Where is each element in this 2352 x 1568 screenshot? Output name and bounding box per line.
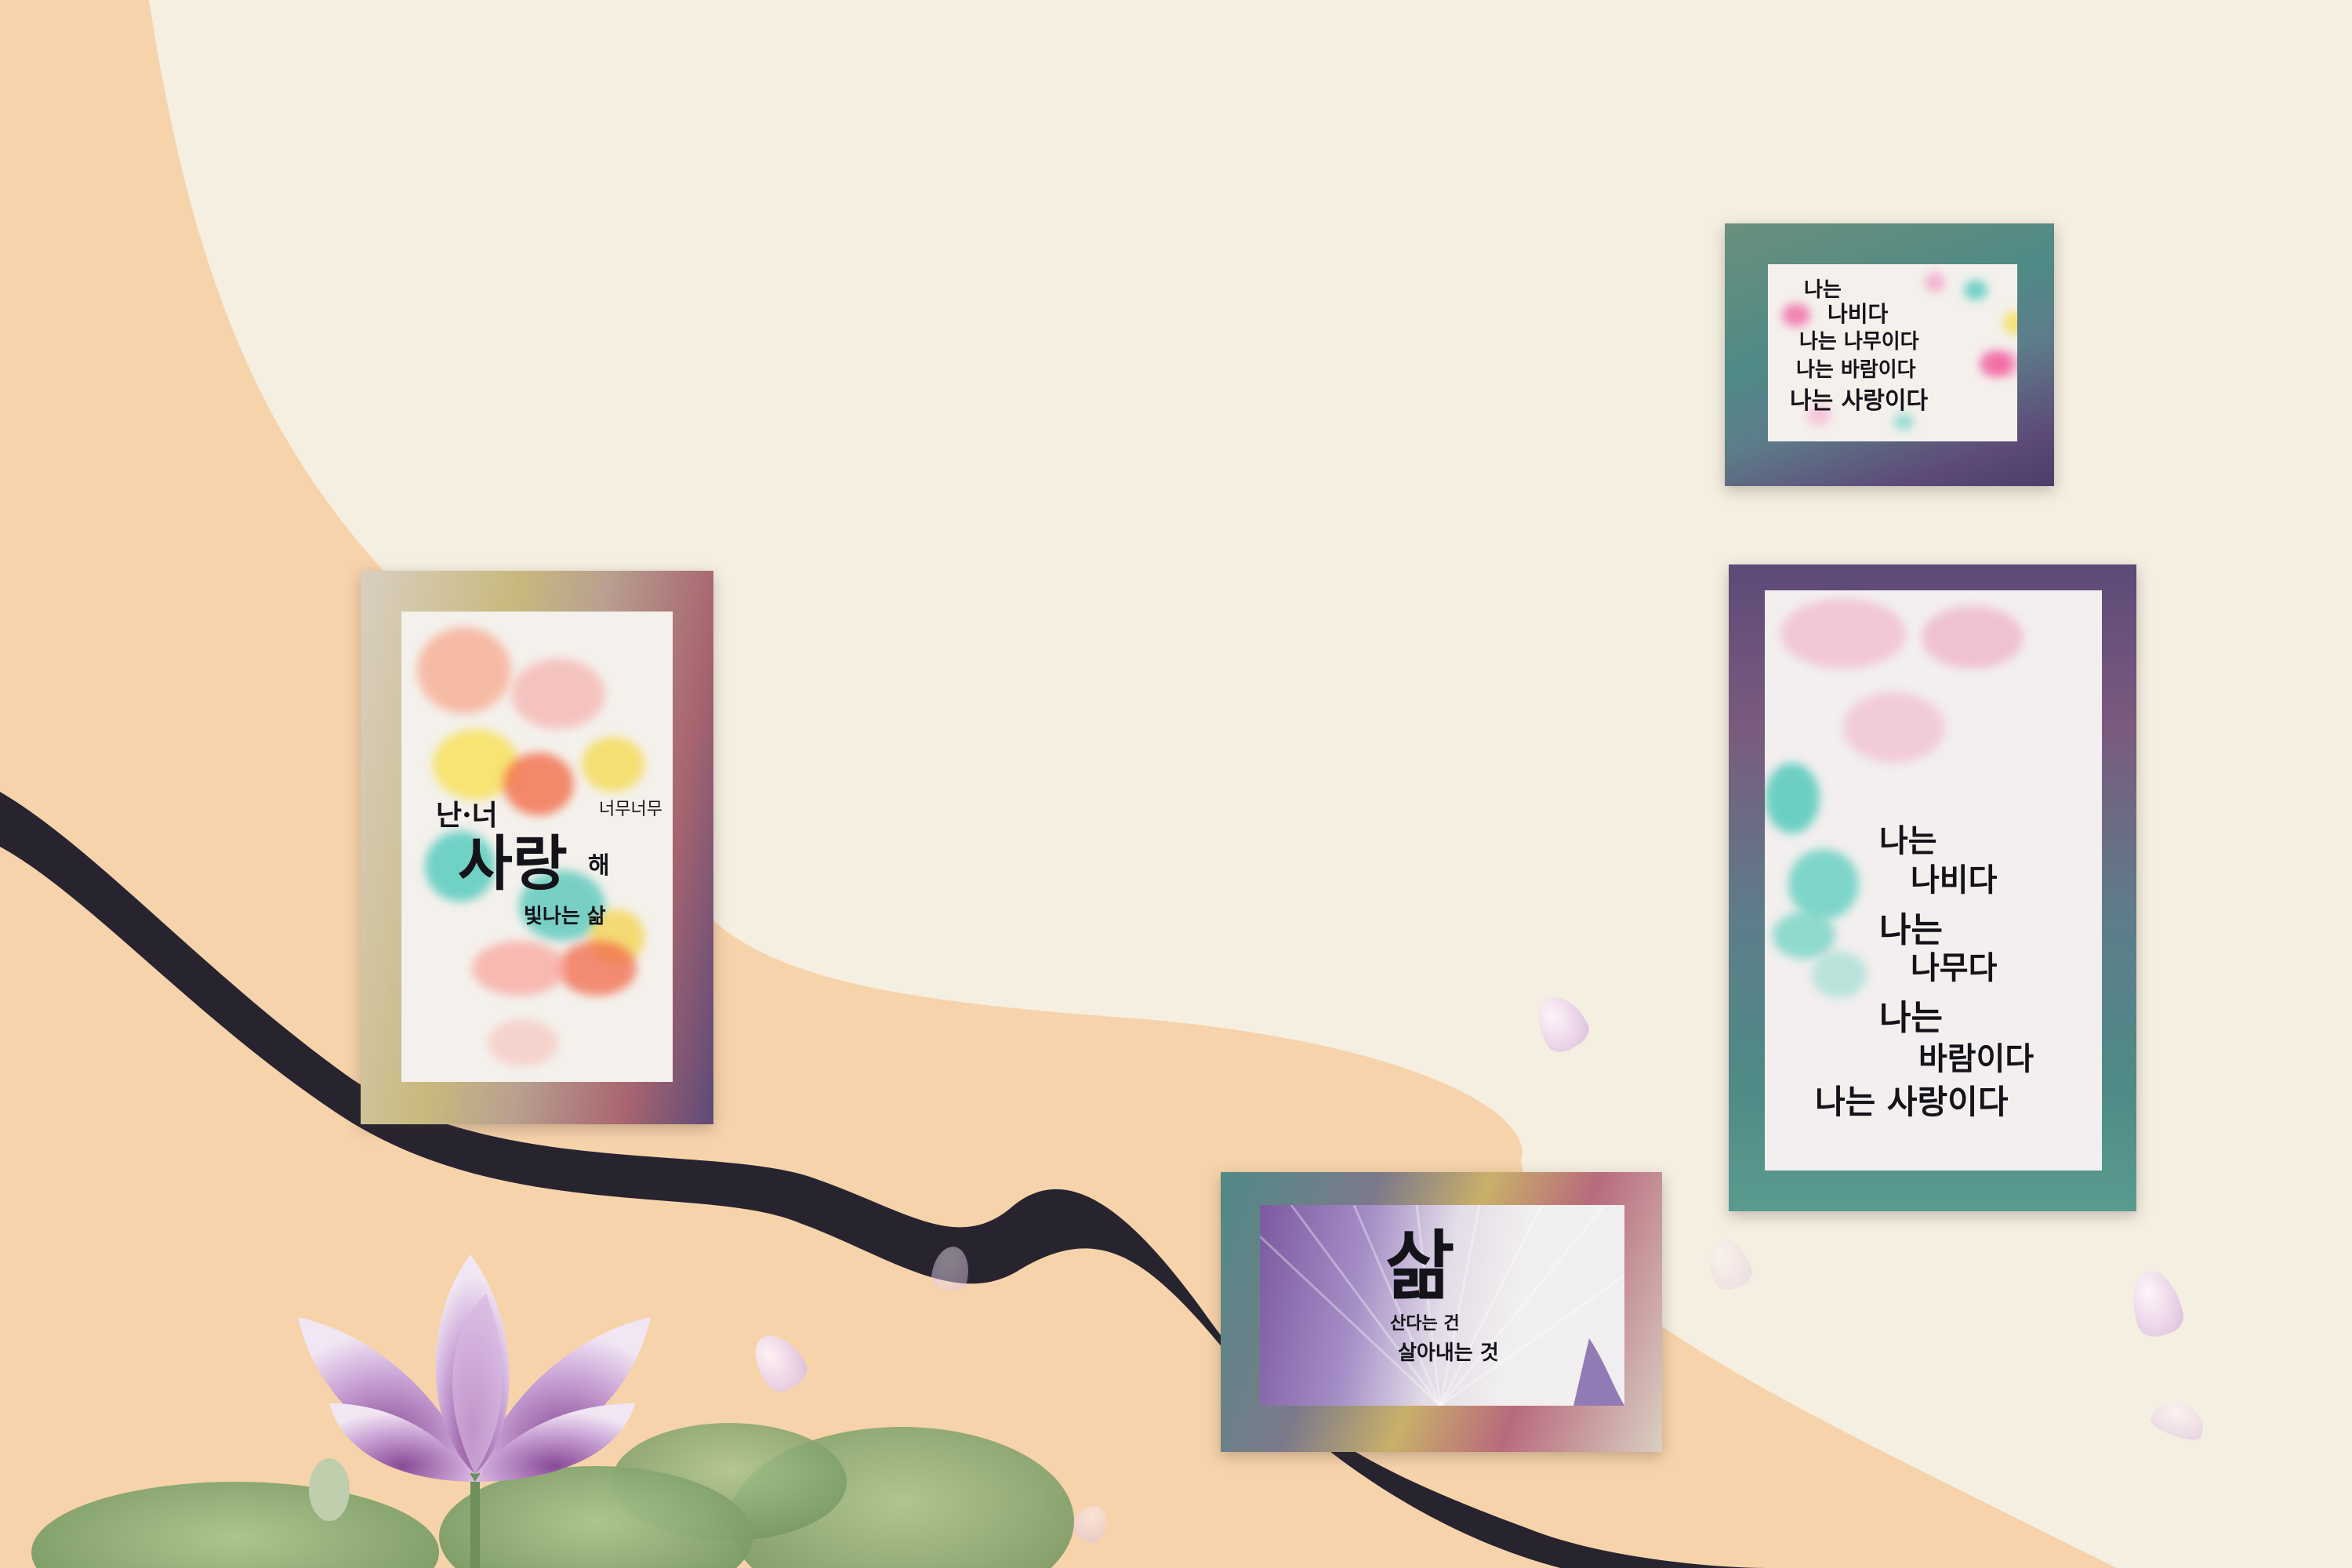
- card-text-line: 바람이다: [1918, 1040, 2034, 1077]
- artwork-card-love[interactable]: 난·너 너무너무 사랑 해 빛나는 삶: [361, 571, 713, 1124]
- card-text-line: 나비다: [1828, 301, 1889, 327]
- card-text-line: 나는 사랑이다: [1815, 1083, 2009, 1121]
- card-paper: 나는 나비다 나는 나무다 나는 바람이다 나는 사랑이다: [1765, 590, 2102, 1171]
- canvas: 난·너 너무너무 사랑 해 빛나는 삶 나는 나비다 나는 나무이다 나는 바람…: [0, 0, 2352, 1568]
- card-text-line1: 난·너: [436, 799, 498, 832]
- card-text-suffix: 해: [588, 852, 610, 880]
- card-text-line: 나는: [1879, 998, 1943, 1038]
- card-text-sub1: 산다는 건: [1390, 1313, 1460, 1334]
- card-text-line: 나무다: [1911, 949, 1998, 986]
- card-text-line: 나는: [1804, 278, 1842, 302]
- card-text-main: 사랑: [458, 829, 568, 898]
- card-paper: 난·너 너무너무 사랑 해 빛나는 삶: [401, 612, 673, 1082]
- card-text-line: 나는 바람이다: [1796, 358, 1916, 382]
- artwork-card-butterfly-small[interactable]: 나는 나비다 나는 나무이다 나는 바람이다 나는 사랑이다: [1725, 223, 2054, 486]
- card-text-line: 나비다: [1911, 862, 1998, 898]
- card-text-line: 나는 나무이다: [1799, 330, 1919, 354]
- lotus-illustration: [31, 1254, 1074, 1568]
- card-paper: 나는 나비다 나는 나무이다 나는 바람이다 나는 사랑이다: [1768, 264, 2017, 441]
- card-text-main: 삶: [1385, 1221, 1455, 1310]
- card-text-line: 나는 사랑이다: [1790, 387, 1929, 415]
- card-text-sub2: 살아내는 것: [1398, 1341, 1499, 1365]
- card-text-line4: 빛나는 삶: [524, 905, 606, 928]
- card-paper: 삶 산다는 건 살아내는 것: [1260, 1205, 1624, 1406]
- card-text-line2: 너무너무: [599, 800, 662, 819]
- artwork-card-butterfly-large[interactable]: 나는 나비다 나는 나무다 나는 바람이다 나는 사랑이다: [1729, 564, 2136, 1211]
- artwork-card-life[interactable]: 삶 산다는 건 살아내는 것: [1221, 1172, 1662, 1452]
- card-text-line: 나는: [1879, 822, 1937, 859]
- card-text-line: 나는: [1879, 910, 1943, 950]
